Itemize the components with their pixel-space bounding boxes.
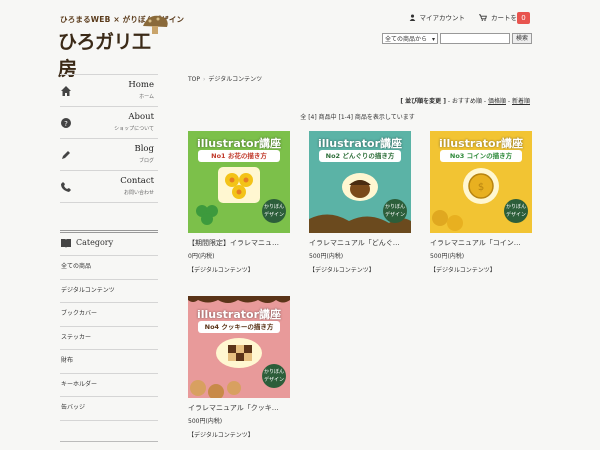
product-badge: かりぼんデザイン	[504, 199, 528, 223]
category-menu: Category 全ての商品 デジタルコンテンツ ブックカバー ステッカー 財布…	[60, 230, 158, 421]
nav-title: Home	[128, 80, 154, 90]
category-title: Category	[76, 238, 114, 247]
product-card[interactable]: illustrator講座 No2 どんぐりの描き方 かりぼんデザイン イラレマ…	[309, 131, 411, 274]
product-name[interactable]: イラレマニュアル「クッキ…	[188, 403, 290, 413]
nav-subtitle: ホーム	[139, 94, 154, 100]
book-icon	[61, 239, 71, 248]
product-category: 【デジタルコンテンツ】	[188, 267, 254, 274]
category-item[interactable]: ブックカバー	[60, 303, 158, 327]
sort-label: [ 並び順を変更 ]	[400, 98, 446, 105]
main-nav: Home ホーム ? About ショップについて Blog ブログ Conta…	[60, 74, 158, 203]
phone-icon	[61, 182, 71, 192]
product-course-title: illustrator講座	[438, 137, 524, 150]
sort-price-link[interactable]: 価格順	[488, 98, 506, 105]
product-name[interactable]: イラレマニュアル「どんぐ…	[309, 238, 411, 248]
product-card[interactable]: illustrator講座 No4 クッキーの描き方 かりぼんデザイン イラレマ…	[188, 296, 290, 439]
site-logo[interactable]: ひろまるWEB × がりぼんデザイン ひろガリ工房	[58, 14, 184, 80]
nav-title: Blog	[134, 144, 154, 154]
category-item[interactable]: 財布	[60, 350, 158, 374]
coin-illustration: $	[463, 168, 499, 204]
product-course-title: illustrator講座	[196, 308, 282, 321]
product-name[interactable]: 【期間限定】イラレマニュ…	[188, 238, 290, 248]
mushroom-icon	[143, 15, 168, 34]
product-card[interactable]: illustrator講座 No1 お花の描き方 かりぼんデザイン 【期間限定】…	[188, 131, 290, 274]
flower-illustration	[218, 167, 260, 203]
nav-item-home[interactable]: Home ホーム	[60, 74, 158, 107]
search-button[interactable]: 検索	[512, 33, 533, 44]
product-image[interactable]: illustrator講座 No2 どんぐりの描き方 かりぼんデザイン	[309, 131, 411, 233]
sort-new-link[interactable]: 新着順	[512, 98, 530, 105]
category-item[interactable]: デジタルコンテンツ	[60, 280, 158, 303]
chocolate-drip-illustration	[188, 296, 290, 303]
product-image[interactable]: illustrator講座 No3 コインの描き方 $ かりぼんデザイン	[430, 131, 532, 233]
my-account-link[interactable]: マイアカウント	[409, 12, 466, 22]
product-category: 【デジタルコンテンツ】	[430, 267, 496, 274]
my-account-label: マイアカウント	[419, 14, 466, 22]
product-image[interactable]: illustrator講座 No4 クッキーの描き方 かりぼんデザイン	[188, 296, 290, 398]
header-links: マイアカウント カートを見る	[409, 12, 530, 22]
search-input[interactable]	[440, 33, 510, 44]
nav-subtitle: ショップについて	[114, 126, 154, 132]
divider	[60, 441, 158, 442]
product-course-subtitle: No3 コインの描き方	[440, 150, 522, 162]
nav-title: Contact	[120, 176, 154, 186]
nav-subtitle: ブログ	[138, 158, 154, 164]
product-course-subtitle: No1 お花の描き方	[198, 150, 280, 162]
nav-subtitle: お問い合わせ	[123, 190, 154, 196]
product-price: 500円(内税)	[309, 253, 344, 260]
category-header: Category	[60, 230, 158, 256]
sort-bar: [ 並び順を変更 ] - おすすめ順 - 価格順 - 新着順	[400, 96, 530, 105]
home-icon	[61, 86, 71, 96]
breadcrumb: TOP › デジタルコンテンツ	[188, 74, 262, 83]
breadcrumb-current: デジタルコンテンツ	[208, 76, 263, 83]
category-item[interactable]: ステッカー	[60, 327, 158, 350]
pencil-icon	[62, 151, 70, 159]
product-price: 500円(内税)	[188, 418, 223, 425]
product-badge: かりぼんデザイン	[383, 199, 407, 223]
product-course-subtitle: No2 どんぐりの描き方	[319, 150, 401, 162]
product-price: 500円(内税)	[430, 253, 465, 260]
product-card[interactable]: illustrator講座 No3 コインの描き方 $ かりぼんデザイン イラレ…	[430, 131, 532, 274]
product-course-title: illustrator講座	[317, 137, 403, 150]
nav-item-contact[interactable]: Contact お問い合わせ	[60, 171, 158, 203]
category-item[interactable]: キーホルダー	[60, 374, 158, 397]
cookie-illustration	[216, 338, 262, 368]
nav-item-blog[interactable]: Blog ブログ	[60, 139, 158, 171]
search-bar: 全ての商品から 検索	[382, 33, 533, 45]
user-icon	[409, 14, 415, 21]
clover-illustration	[196, 205, 218, 225]
product-badge: かりぼんデザイン	[262, 199, 286, 223]
product-category: 【デジタルコンテンツ】	[188, 432, 254, 439]
sort-current: おすすめ順	[451, 98, 482, 105]
cookies-pile-illustration	[190, 380, 241, 398]
acorn-illustration	[342, 173, 378, 201]
result-count: 全 [4] 商品中 [1-4] 商品を表示しています	[300, 114, 415, 121]
category-item[interactable]: 缶バッジ	[60, 397, 158, 421]
product-course-title: illustrator講座	[196, 137, 282, 150]
product-badge: かりぼんデザイン	[262, 364, 286, 388]
product-image[interactable]: illustrator講座 No1 お花の描き方 かりぼんデザイン	[188, 131, 290, 233]
breadcrumb-home[interactable]: TOP	[188, 76, 200, 83]
product-name[interactable]: イラレマニュアル「コイン…	[430, 238, 532, 248]
product-price: 0円(内税)	[188, 253, 215, 260]
cart-icon	[479, 13, 487, 21]
svg-text:$: $	[478, 182, 484, 193]
svg-text:?: ?	[64, 120, 68, 128]
product-category: 【デジタルコンテンツ】	[309, 267, 375, 274]
product-course-subtitle: No4 クッキーの描き方	[198, 321, 280, 333]
coins-pile-illustration	[432, 210, 463, 231]
cart-count-badge[interactable]: 0	[517, 12, 530, 24]
category-item[interactable]: 全ての商品	[60, 256, 158, 280]
breadcrumb-separator: ›	[203, 76, 206, 83]
search-category-select[interactable]: 全ての商品から	[382, 33, 438, 45]
